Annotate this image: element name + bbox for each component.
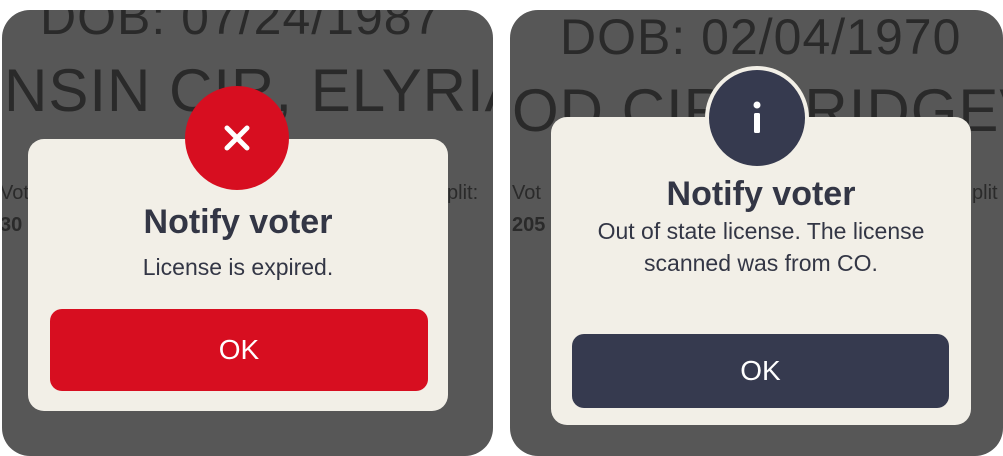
- background-label-left: Vot: [2, 182, 29, 204]
- background-value-left: 205: [512, 214, 546, 236]
- background-dob-text: DOB: 02/04/1970: [560, 10, 962, 65]
- background-dob-text: DOB: 07/24/1987: [40, 10, 442, 45]
- info-icon: [705, 66, 809, 170]
- dialog-title: Notify voter: [143, 203, 333, 241]
- dialog-title: Notify voter: [666, 175, 856, 213]
- background-label-right: plit: [972, 182, 998, 204]
- background-label-left: Vot: [512, 182, 541, 204]
- x-close-icon: [185, 86, 289, 190]
- background-label-right: plit:: [447, 182, 479, 204]
- background-value-left: 30: [2, 214, 23, 236]
- ok-button[interactable]: OK: [572, 334, 949, 408]
- right-alert-screenshot: DOB: 02/04/1970 OD CIR, BRIDGEVIL Vot 20…: [510, 10, 1003, 456]
- left-alert-screenshot: DOB: 07/24/1987 NSIN CIR, ELYRIA, Vot 30…: [2, 10, 493, 456]
- ok-button[interactable]: OK: [50, 309, 428, 391]
- dialog-message: Out of state license. The license scanne…: [597, 218, 925, 276]
- dialog-message: License is expired.: [142, 254, 334, 280]
